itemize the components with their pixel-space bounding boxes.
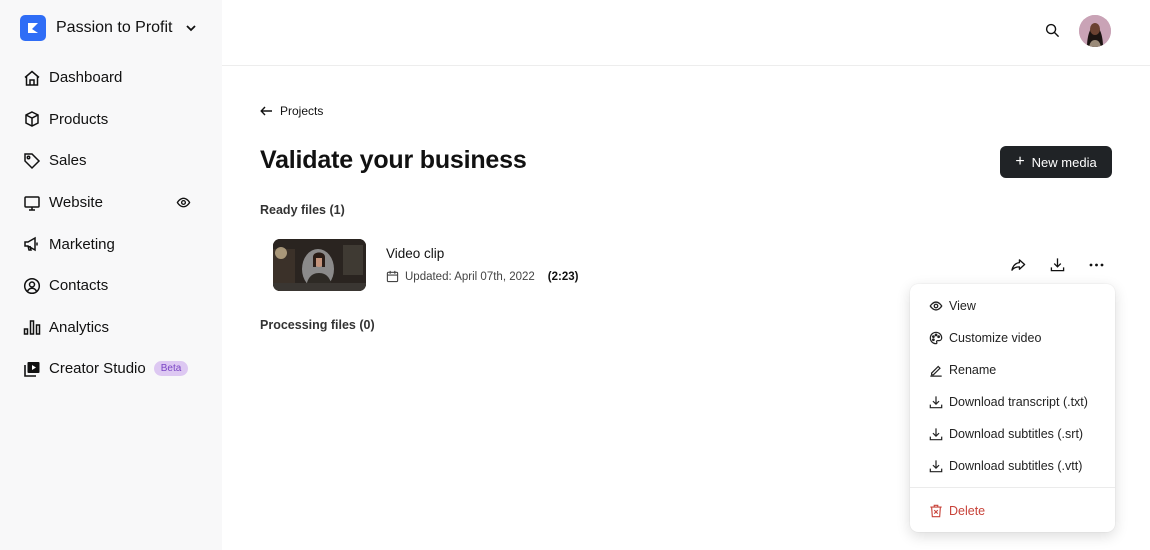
sidebar-item-analytics[interactable]: Analytics: [22, 307, 202, 349]
search-icon[interactable]: [1045, 23, 1061, 39]
page-title: Validate your business: [260, 146, 527, 174]
pencil-icon: [929, 363, 943, 377]
sidebar-item-products[interactable]: Products: [22, 99, 202, 141]
new-media-label: New media: [1031, 154, 1097, 170]
download-icon: [929, 395, 943, 409]
new-media-button[interactable]: + New media: [1000, 146, 1112, 178]
sidebar-item-contacts[interactable]: Contacts: [22, 265, 202, 307]
download-icon: [929, 459, 943, 473]
sidebar-item-dashboard[interactable]: Dashboard: [22, 57, 202, 99]
menu-item-download-vtt[interactable]: Download subtitles (.vtt): [910, 450, 1115, 482]
file-row-actions: [1011, 257, 1104, 272]
menu-item-download-transcript[interactable]: Download transcript (.txt): [910, 386, 1115, 418]
box-icon: [22, 109, 42, 129]
arrow-left-icon: [260, 106, 272, 116]
sidebar-item-sales[interactable]: Sales: [22, 140, 202, 182]
file-name[interactable]: Video clip: [386, 246, 444, 261]
workspace-switcher[interactable]: Passion to Profit: [20, 15, 199, 41]
brand-logo: [20, 15, 46, 41]
monitor-icon: [22, 193, 42, 213]
plus-icon: +: [1015, 153, 1025, 170]
video-thumbnail[interactable]: [273, 239, 366, 291]
workspace-name: Passion to Profit: [56, 19, 173, 36]
user-circle-icon: [22, 276, 42, 296]
bar-chart-icon: [22, 317, 42, 337]
download-icon[interactable]: [1050, 257, 1065, 272]
main-content: Projects Validate your business + New me…: [222, 0, 1150, 550]
file-updated-date: Updated: April 07th, 2022: [405, 270, 535, 283]
video-library-icon: [22, 359, 42, 379]
sidebar-nav: Dashboard Products Sales Website Marketi…: [22, 57, 202, 390]
back-to-projects-link[interactable]: Projects: [260, 104, 323, 118]
more-options-icon[interactable]: [1089, 257, 1104, 272]
user-avatar[interactable]: [1079, 15, 1111, 47]
sidebar-item-marketing[interactable]: Marketing: [22, 223, 202, 265]
beta-badge: Beta: [153, 361, 189, 377]
file-options-menu: View Customize video Rename Download tra…: [910, 284, 1115, 532]
app: Passion to Profit Dashboard Products Sal…: [0, 0, 1150, 550]
menu-item-view[interactable]: View: [910, 290, 1115, 322]
back-label: Projects: [280, 104, 324, 118]
menu-item-customize-video[interactable]: Customize video: [910, 322, 1115, 354]
trash-icon: [929, 504, 943, 518]
share-icon[interactable]: [1011, 257, 1026, 272]
ready-files-heading: Ready files (1): [260, 203, 345, 217]
sidebar: Passion to Profit Dashboard Products Sal…: [0, 0, 222, 550]
file-meta: Updated: April 07th, 2022 (2:23): [386, 270, 578, 283]
sidebar-item-website[interactable]: Website: [22, 182, 202, 224]
chevron-down-icon: [185, 21, 199, 35]
menu-item-delete[interactable]: Delete: [910, 495, 1115, 527]
processing-files-heading: Processing files (0): [260, 318, 375, 332]
top-bar: [222, 0, 1150, 66]
menu-item-download-srt[interactable]: Download subtitles (.srt): [910, 418, 1115, 450]
sidebar-item-creator-studio[interactable]: Creator Studio Beta: [22, 348, 202, 390]
eye-icon[interactable]: [176, 195, 192, 211]
tag-icon: [22, 151, 42, 171]
eye-icon: [929, 299, 943, 313]
menu-divider: [910, 487, 1115, 488]
menu-item-rename[interactable]: Rename: [910, 354, 1115, 386]
download-icon: [929, 427, 943, 441]
calendar-icon: [386, 270, 399, 283]
megaphone-icon: [22, 234, 42, 254]
palette-icon: [929, 331, 943, 345]
home-icon: [22, 68, 42, 88]
file-duration: (2:23): [547, 270, 579, 283]
